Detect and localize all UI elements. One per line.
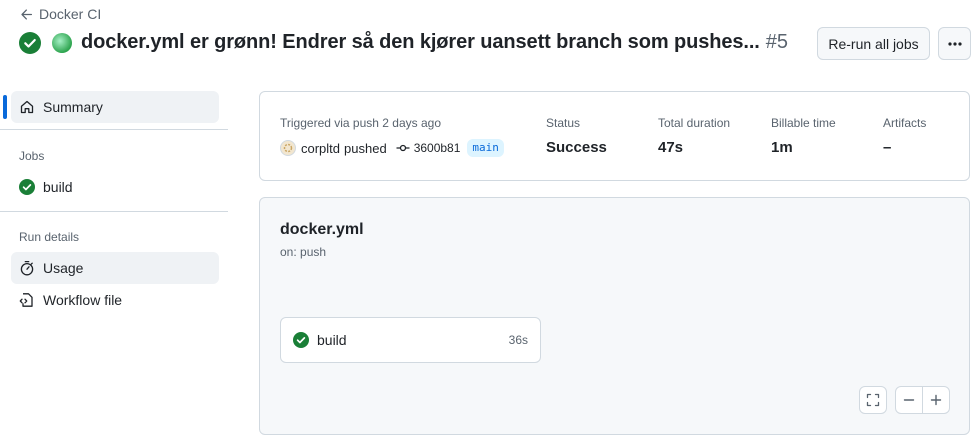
arrow-left-icon (21, 8, 33, 20)
plus-icon (930, 394, 942, 406)
screen-full-icon (866, 393, 880, 407)
run-number: #5 (765, 31, 789, 53)
billable-label: Billable time (771, 116, 836, 130)
duration-label: Total duration (658, 116, 731, 130)
sidebar-item-label: Summary (43, 99, 103, 115)
kebab-horizontal-icon (947, 41, 962, 46)
sidebar-item-label: build (43, 179, 73, 195)
jobs-heading: Jobs (19, 149, 45, 163)
divider (0, 211, 228, 212)
fullscreen-button[interactable] (859, 386, 887, 414)
triggered-label: Triggered via push 2 days ago (280, 116, 441, 130)
stopwatch-icon (19, 260, 35, 276)
artifacts-value: – (883, 139, 892, 156)
pushed-text: pushed (344, 140, 387, 156)
status-value: Success (546, 139, 607, 156)
divider (0, 129, 228, 130)
branch-badge[interactable]: main (467, 139, 504, 157)
workflow-trigger: on: push (280, 245, 327, 259)
git-commit-icon (396, 144, 410, 152)
sidebar-item-summary[interactable]: Summary (11, 91, 219, 123)
avatar[interactable] (280, 140, 296, 156)
sidebar-item-workflow-file[interactable]: Workflow file (11, 284, 219, 316)
zoom-out-button[interactable] (895, 386, 923, 414)
run-title-row: docker.yml er grønn! Endrer så den kjøre… (19, 31, 788, 54)
rerun-all-jobs-button[interactable]: Re-run all jobs (817, 27, 930, 60)
more-options-button[interactable] (938, 27, 971, 60)
page-title: docker.yml er grønn! Endrer så den kjøre… (81, 31, 760, 53)
home-icon (19, 99, 35, 115)
active-indicator (3, 95, 7, 119)
job-card-build[interactable]: build 36s (280, 317, 541, 363)
run-details-heading: Run details (19, 230, 80, 244)
sidebar-item-label: Usage (43, 260, 84, 276)
actor-name[interactable]: corpltd (301, 141, 340, 156)
artifacts-label: Artifacts (883, 116, 927, 130)
job-duration: 36s (508, 333, 528, 347)
sidebar-item-label: Workflow file (43, 292, 123, 308)
file-code-icon (19, 292, 35, 308)
workflow-name: docker.yml (280, 221, 364, 238)
back-link-label: Docker CI (39, 6, 102, 22)
check-circle-fill-icon (19, 179, 35, 195)
job-name: build (317, 332, 347, 348)
commit-sha: 3600b81 (413, 141, 461, 155)
sidebar-item-build[interactable]: build (11, 171, 219, 203)
run-summary-card: Triggered via push 2 days ago corpltd pu… (259, 91, 970, 181)
sidebar-item-usage[interactable]: Usage (11, 252, 219, 284)
status-label: Status (546, 116, 581, 130)
status-dot-icon (52, 32, 72, 53)
zoom-in-button[interactable] (922, 386, 950, 414)
duration-value: 47s (658, 139, 684, 156)
back-link[interactable]: Docker CI (20, 6, 101, 22)
check-circle-fill-icon (19, 31, 41, 54)
trigger-info: corpltd pushed 3600b81 main (280, 139, 504, 157)
commit-link[interactable]: 3600b81 (396, 141, 461, 155)
workflow-graph: docker.yml on: push build 36s (259, 197, 970, 435)
check-circle-fill-icon (293, 332, 309, 348)
billable-value: 1m (771, 139, 793, 156)
dash-icon (903, 399, 915, 401)
